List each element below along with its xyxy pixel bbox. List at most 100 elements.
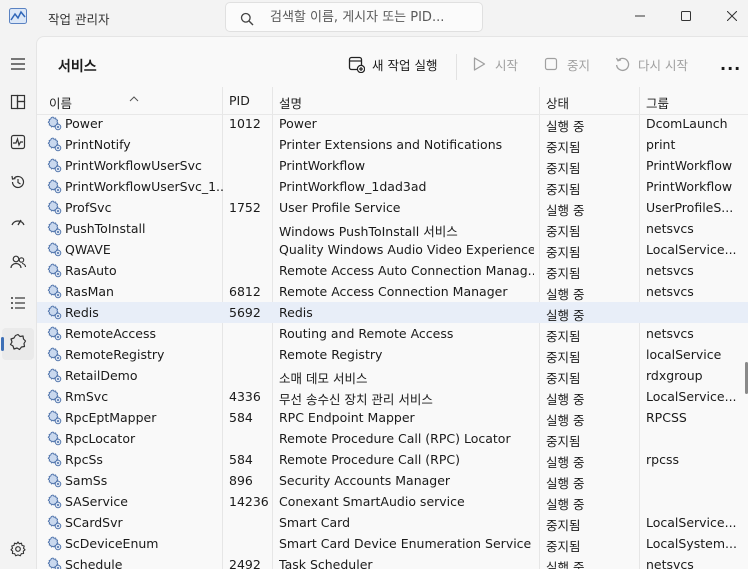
table-row[interactable]: Redis 5692 Redis 실행 중 bbox=[37, 302, 748, 323]
table-row[interactable]: Power 1012 Power 실행 중 DcomLaunch bbox=[37, 113, 748, 134]
service-status: 중지됨 bbox=[546, 350, 581, 365]
service-group: netsvcs bbox=[646, 284, 694, 299]
table-row[interactable]: ScDeviceEnum Smart Card Device Enumerati… bbox=[37, 533, 748, 554]
service-name: RpcEptMapper bbox=[65, 410, 157, 425]
service-description: Smart Card bbox=[279, 515, 351, 530]
table-row[interactable]: SamSs 896 Security Accounts Manager 실행 중 bbox=[37, 470, 748, 491]
table-row[interactable]: PrintWorkflowUserSvc_1... PrintWorkflow_… bbox=[37, 176, 748, 197]
service-status: 중지됨 bbox=[546, 245, 581, 260]
service-group: LocalService... bbox=[646, 515, 737, 530]
column-header-status[interactable]: 상태 bbox=[546, 93, 569, 112]
search-icon bbox=[240, 11, 254, 26]
column-header-name[interactable]: 이름 bbox=[49, 93, 72, 112]
service-status: 실행 중 bbox=[546, 413, 585, 428]
nav-details[interactable] bbox=[2, 288, 34, 320]
service-description: Remote Access Connection Manager bbox=[279, 284, 508, 299]
service-name: RmSvc bbox=[65, 389, 109, 404]
service-gear-icon bbox=[47, 473, 62, 488]
play-icon bbox=[470, 55, 488, 73]
maximize-icon bbox=[681, 6, 691, 25]
more-options-button[interactable]: ··· bbox=[720, 59, 741, 78]
service-status: 실행 중 bbox=[546, 560, 585, 569]
service-gear-icon bbox=[47, 326, 62, 341]
table-row[interactable]: QWAVE Quality Windows Audio Video Experi… bbox=[37, 239, 748, 260]
service-description: Task Scheduler bbox=[279, 557, 373, 569]
service-description: Printer Extensions and Notifications bbox=[279, 137, 503, 152]
table-row[interactable]: RemoteRegistry Remote Registry 중지됨 local… bbox=[37, 344, 748, 365]
service-description: Remote Registry bbox=[279, 347, 383, 362]
service-group: RPCSS bbox=[646, 410, 687, 425]
service-gear-icon bbox=[47, 389, 62, 404]
nav-startup-apps[interactable] bbox=[2, 208, 34, 240]
service-description: Redis bbox=[279, 305, 313, 320]
start-button[interactable]: 시작 bbox=[470, 53, 518, 75]
service-description: PrintWorkflow_1dad3ad bbox=[279, 179, 427, 194]
service-gear-icon bbox=[47, 494, 62, 509]
run-new-task-label: 새 작업 실행 bbox=[372, 57, 438, 73]
search-input[interactable] bbox=[270, 7, 475, 27]
service-description: Remote Access Auto Connection Manag... bbox=[279, 263, 534, 278]
table-row[interactable]: RasMan 6812 Remote Access Connection Man… bbox=[37, 281, 748, 302]
service-pid: 1752 bbox=[229, 200, 261, 215]
table-row[interactable]: RetailDemo 소매 데모 서비스 중지됨 rdxgroup bbox=[37, 365, 748, 386]
service-description: Routing and Remote Access bbox=[279, 326, 454, 341]
run-new-task-button[interactable]: 새 작업 실행 bbox=[347, 53, 437, 75]
service-description: RPC Endpoint Mapper bbox=[279, 410, 415, 425]
table-row[interactable]: RpcEptMapper 584 RPC Endpoint Mapper 실행 … bbox=[37, 407, 748, 428]
table-row[interactable]: RpcSs 584 Remote Procedure Call (RPC) 실행… bbox=[37, 449, 748, 470]
maximize-button[interactable] bbox=[663, 0, 709, 30]
stop-label: 중지 bbox=[567, 57, 591, 73]
service-group: print bbox=[646, 137, 676, 152]
navigation-sidebar bbox=[0, 36, 36, 569]
service-group: rdxgroup bbox=[646, 368, 703, 383]
nav-performance[interactable] bbox=[2, 128, 34, 160]
stop-button[interactable]: 중지 bbox=[542, 53, 590, 75]
column-header-description[interactable]: 설명 bbox=[279, 93, 302, 112]
nav-menu-button[interactable] bbox=[2, 49, 34, 81]
table-row[interactable]: ProfSvc 1752 User Profile Service 실행 중 U… bbox=[37, 197, 748, 218]
minimize-button[interactable] bbox=[617, 0, 663, 30]
table-row[interactable]: SAService 14236 Conexant SmartAudio serv… bbox=[37, 491, 748, 512]
column-header-group[interactable]: 그룹 bbox=[646, 93, 669, 112]
sort-ascending-icon bbox=[129, 87, 139, 106]
service-gear-icon bbox=[47, 410, 62, 425]
service-status: 중지됨 bbox=[546, 371, 581, 386]
table-row[interactable]: PrintWorkflowUserSvc PrintWorkflow 중지됨 P… bbox=[37, 155, 748, 176]
service-group: localService bbox=[646, 347, 722, 362]
table-row[interactable]: RasAuto Remote Access Auto Connection Ma… bbox=[37, 260, 748, 281]
close-button[interactable] bbox=[709, 0, 748, 30]
toolbar-divider bbox=[456, 54, 457, 80]
nav-app-history[interactable] bbox=[2, 168, 34, 200]
service-gear-icon bbox=[47, 158, 62, 173]
minimize-icon bbox=[635, 6, 645, 25]
table-body: Power 1012 Power 실행 중 DcomLaunch PrintNo… bbox=[37, 113, 748, 569]
nav-services[interactable] bbox=[1, 328, 34, 360]
table-row[interactable]: Schedule 2492 Task Scheduler 실행 중 netsvc… bbox=[37, 554, 748, 569]
title-bar: 작업 관리자 bbox=[0, 0, 748, 36]
table-row[interactable]: RpcLocator Remote Procedure Call (RPC) L… bbox=[37, 428, 748, 449]
service-group: LocalSystem... bbox=[646, 536, 737, 551]
service-status: 실행 중 bbox=[546, 308, 585, 323]
nav-users[interactable] bbox=[2, 248, 34, 280]
hamburger-menu-icon bbox=[10, 56, 26, 75]
table-row[interactable]: RmSvc 4336 무선 송수신 장치 관리 서비스 실행 중 LocalSe… bbox=[37, 386, 748, 407]
restart-button[interactable]: 다시 시작 bbox=[613, 53, 688, 75]
nav-processes[interactable] bbox=[2, 88, 34, 120]
table-row[interactable]: PushToInstall Windows PushToInstall 서비스 … bbox=[37, 218, 748, 239]
service-group: netsvcs bbox=[646, 263, 694, 278]
service-group: netsvcs bbox=[646, 221, 694, 236]
search-box[interactable] bbox=[225, 2, 483, 32]
service-name: PrintWorkflowUserSvc bbox=[65, 158, 202, 173]
table-row[interactable]: RemoteAccess Routing and Remote Access 중… bbox=[37, 323, 748, 344]
service-group: UserProfileS... bbox=[646, 200, 734, 215]
column-header-pid[interactable]: PID bbox=[229, 93, 250, 108]
table-row[interactable]: SCardSvr Smart Card 중지됨 LocalService... bbox=[37, 512, 748, 533]
nav-settings[interactable] bbox=[2, 535, 34, 567]
service-pid: 6812 bbox=[229, 284, 261, 299]
service-gear-icon bbox=[47, 179, 62, 194]
table-row[interactable]: PrintNotify Printer Extensions and Notif… bbox=[37, 134, 748, 155]
service-pid: 4336 bbox=[229, 389, 261, 404]
service-gear-icon bbox=[47, 368, 62, 383]
service-status: 중지됨 bbox=[546, 329, 581, 344]
service-group: LocalService... bbox=[646, 389, 737, 404]
